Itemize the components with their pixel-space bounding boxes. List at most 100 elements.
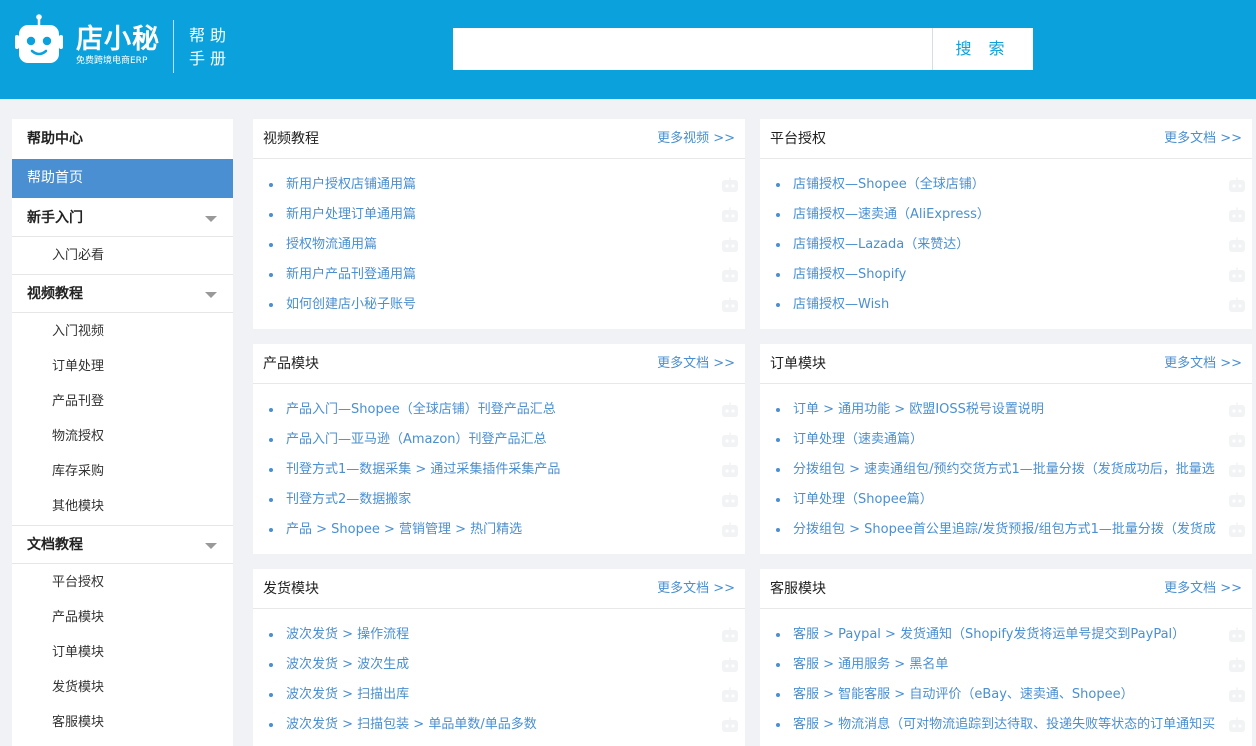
article-link[interactable]: 店铺授权—Shopify — [793, 267, 906, 282]
list-item[interactable]: 波次发货 > 操作流程 — [253, 620, 745, 650]
article-link[interactable]: 波次发货 > 操作流程 — [286, 627, 409, 642]
bullet-icon — [776, 528, 780, 532]
list-item[interactable]: 授权物流通用篇 — [253, 230, 745, 260]
more-link[interactable]: 更多文档 >> — [657, 569, 735, 609]
search-button[interactable]: 搜 索 — [933, 28, 1033, 70]
list-item[interactable]: 波次发货 > 波次生成 — [253, 650, 745, 680]
bullet-icon — [776, 303, 780, 307]
article-link[interactable]: 波次发货 > 扫描包装 > 单品单数/单品多数 — [286, 717, 537, 732]
card-shipping-module: 发货模块 更多文档 >> 波次发货 > 操作流程 波次发货 > 波次生成 波次发货 … — [253, 569, 745, 746]
watermark-icon — [1229, 492, 1245, 507]
sidebar-item-other-modules[interactable]: 其他模块 — [12, 489, 233, 524]
list-item[interactable]: 波次发货 > 扫描出库 — [253, 680, 745, 710]
list-item[interactable]: 产品入门—亚马逊（Amazon）刊登产品汇总 — [253, 425, 745, 455]
more-link[interactable]: 更多视频 >> — [657, 119, 735, 159]
list-item[interactable]: 波次发货 > 扫描包装 > 单品单数/单品多数 — [253, 710, 745, 740]
list-item[interactable]: 店铺授权—Shopify — [760, 260, 1252, 290]
logo-name[interactable]: 店小秘 — [76, 24, 160, 56]
sidebar-item-logistics-auth[interactable]: 物流授权 — [12, 419, 233, 454]
article-link[interactable]: 订单处理（Shopee篇） — [793, 492, 933, 507]
sidebar-item-order-processing[interactable]: 订单处理 — [12, 349, 233, 384]
sidebar-item-shipping-module[interactable]: 发货模块 — [12, 670, 233, 705]
article-link[interactable]: 授权物流通用篇 — [286, 237, 377, 252]
sidebar-item-home[interactable]: 帮助首页 — [12, 159, 233, 198]
card-list: 订单 > 通用功能 > 欧盟IOSS税号设置说明 订单处理（速卖通篇） 分拨组包 >… — [760, 395, 1252, 545]
list-item[interactable]: 刊登方式1—数据采集 > 通过采集插件采集产品 — [253, 455, 745, 485]
article-link[interactable]: 订单 > 通用功能 > 欧盟IOSS税号设置说明 — [793, 402, 1044, 417]
bullet-icon — [269, 273, 273, 277]
article-link[interactable]: 新用户产品刊登通用篇 — [286, 267, 416, 282]
robot-logo-icon[interactable] — [14, 14, 64, 66]
article-link[interactable]: 新用户授权店铺通用篇 — [286, 177, 416, 192]
list-item[interactable]: 客服 > Paypal > 发货通知（Shopify发货将运单号提交到PayPa… — [760, 620, 1252, 650]
list-item[interactable]: 客服 > 智能客服 > 自动评价（eBay、速卖通、Shopee） — [760, 680, 1252, 710]
sidebar-title: 帮助中心 — [27, 131, 83, 147]
sidebar: 帮助中心 帮助首页 新手入门 入门必看 视频教程 入门视频 订单处理 产品刊登 … — [12, 119, 233, 746]
article-link[interactable]: 分拨组包 > 速卖通组包/预约交货方式1—批量分拨（发货成功后，批量选 — [793, 462, 1215, 477]
list-item[interactable]: 新用户授权店铺通用篇 — [253, 170, 745, 200]
list-item[interactable]: 分拨组包 > 速卖通组包/预约交货方式1—批量分拨（发货成功后，批量选 — [760, 455, 1252, 485]
article-link[interactable]: 客服 > 智能客服 > 自动评价（eBay、速卖通、Shopee） — [793, 687, 1134, 702]
list-item[interactable]: 店铺授权—Wish — [760, 290, 1252, 320]
sidebar-item-service-module[interactable]: 客服模块 — [12, 705, 233, 740]
sidebar-item-inventory-purchase[interactable]: 库存采购 — [12, 454, 233, 489]
search-input[interactable] — [453, 28, 932, 70]
article-link[interactable]: 如何创建店小秘子账号 — [286, 297, 416, 312]
sidebar-item-must-read[interactable]: 入门必看 — [12, 238, 233, 273]
more-link[interactable]: 更多文档 >> — [657, 344, 735, 384]
list-item[interactable]: 店铺授权—Lazada（来赞达） — [760, 230, 1252, 260]
list-item[interactable]: 产品入门—Shopee（全球店铺）刊登产品汇总 — [253, 395, 745, 425]
list-item[interactable]: 订单处理（速卖通篇） — [760, 425, 1252, 455]
logo-divider — [173, 20, 174, 73]
article-link[interactable]: 波次发货 > 波次生成 — [286, 657, 409, 672]
sidebar-item-product-listing[interactable]: 产品刊登 — [12, 384, 233, 419]
watermark-icon — [1229, 657, 1245, 672]
article-link[interactable]: 店铺授权—Lazada（来赞达） — [793, 237, 969, 252]
more-link[interactable]: 更多文档 >> — [1164, 569, 1242, 609]
list-item[interactable]: 新用户产品刊登通用篇 — [253, 260, 745, 290]
more-link[interactable]: 更多文档 >> — [1164, 344, 1242, 384]
list-item[interactable]: 客服 > 物流消息（可对物流追踪到达待取、投递失败等状态的订单通知买 — [760, 710, 1252, 740]
bullet-icon — [269, 723, 273, 727]
list-item[interactable]: 订单处理（Shopee篇） — [760, 485, 1252, 515]
sidebar-item-product-module[interactable]: 产品模块 — [12, 600, 233, 635]
article-link[interactable]: 产品 > Shopee > 营销管理 > 热门精选 — [286, 522, 522, 537]
caret-down-icon — [205, 292, 217, 298]
sidebar-item-intro-video[interactable]: 入门视频 — [12, 314, 233, 349]
article-link[interactable]: 客服 > 物流消息（可对物流追踪到达待取、投递失败等状态的订单通知买 — [793, 717, 1215, 732]
more-link[interactable]: 更多文档 >> — [1164, 119, 1242, 159]
article-link[interactable]: 店铺授权—Wish — [793, 297, 889, 312]
list-item[interactable]: 店铺授权—速卖通（AliExpress） — [760, 200, 1252, 230]
article-link[interactable]: 客服 > Paypal > 发货通知（Shopify发货将运单号提交到PayPa… — [793, 627, 1185, 642]
list-item[interactable]: 店铺授权—Shopee（全球店铺） — [760, 170, 1252, 200]
article-link[interactable]: 刊登方式1—数据采集 > 通过采集插件采集产品 — [286, 462, 560, 477]
article-link[interactable]: 订单处理（速卖通篇） — [793, 432, 923, 447]
article-link[interactable]: 店铺授权—Shopee（全球店铺） — [793, 177, 985, 192]
list-item[interactable]: 新用户处理订单通用篇 — [253, 200, 745, 230]
sidebar-section-label: 新手入门 — [27, 210, 83, 226]
article-link[interactable]: 产品入门—Shopee（全球店铺）刊登产品汇总 — [286, 402, 556, 417]
sidebar-section-docs[interactable]: 文档教程 — [12, 526, 233, 564]
sidebar-item-platform-auth[interactable]: 平台授权 — [12, 565, 233, 600]
article-link[interactable]: 分拨组包 > Shopee首公里追踪/发货预报/组包方式1—批量分拨（发货成 — [793, 522, 1216, 537]
watermark-icon — [1229, 402, 1245, 417]
list-item[interactable]: 订单 > 通用功能 > 欧盟IOSS税号设置说明 — [760, 395, 1252, 425]
list-item[interactable]: 刊登方式2—数据搬家 — [253, 485, 745, 515]
bullet-icon — [269, 438, 273, 442]
article-link[interactable]: 店铺授权—速卖通（AliExpress） — [793, 207, 990, 222]
article-link[interactable]: 新用户处理订单通用篇 — [286, 207, 416, 222]
article-link[interactable]: 客服 > 通用服务 > 黑名单 — [793, 657, 948, 672]
sidebar-item-order-module[interactable]: 订单模块 — [12, 635, 233, 670]
sidebar-section-video[interactable]: 视频教程 — [12, 275, 233, 313]
list-item[interactable]: 如何创建店小秘子账号 — [253, 290, 745, 320]
bullet-icon — [776, 408, 780, 412]
article-link[interactable]: 产品入门—亚马逊（Amazon）刊登产品汇总 — [286, 432, 547, 447]
sidebar-section-getting-started[interactable]: 新手入门 — [12, 199, 233, 237]
card-list: 新用户授权店铺通用篇 新用户处理订单通用篇 授权物流通用篇新用户产品刊登通用篇 如何创… — [253, 170, 745, 320]
list-item[interactable]: 客服 > 通用服务 > 黑名单 — [760, 650, 1252, 680]
list-item[interactable]: 分拨组包 > Shopee首公里追踪/发货预报/组包方式1—批量分拨（发货成 — [760, 515, 1252, 545]
article-link[interactable]: 波次发货 > 扫描出库 — [286, 687, 409, 702]
card-video-tutorials: 视频教程 更多视频 >> 新用户授权店铺通用篇 新用户处理订单通用篇 授权物流通用篇… — [253, 119, 745, 329]
list-item[interactable]: 产品 > Shopee > 营销管理 > 热门精选 — [253, 515, 745, 545]
article-link[interactable]: 刊登方式2—数据搬家 — [286, 492, 411, 507]
